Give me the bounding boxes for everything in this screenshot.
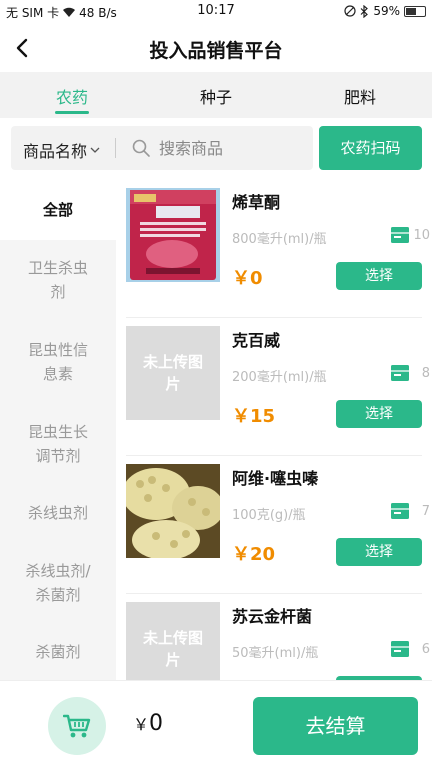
- product-item[interactable]: 未上传图片 克百威 200毫升(ml)/瓶 8 ￥15 选择: [116, 318, 432, 456]
- battery-percent: 59%: [373, 4, 400, 18]
- tab-pesticide[interactable]: 农药: [0, 72, 144, 118]
- divider: [115, 138, 116, 158]
- search-input[interactable]: [159, 134, 309, 162]
- product-name: 苏云金杆菌: [232, 607, 313, 626]
- bluetooth-icon: [360, 4, 369, 18]
- cart-icon: [63, 714, 91, 738]
- select-button[interactable]: 选择: [336, 400, 422, 428]
- seeds-photo-image: [126, 464, 220, 558]
- status-bar: 无 SIM 卡 48 B/s 10:17 59%: [0, 0, 432, 24]
- pesticide-bag-image: [126, 188, 220, 282]
- stock-count: 7: [421, 504, 430, 519]
- select-button[interactable]: 选择: [336, 262, 422, 290]
- stock-count: 8: [421, 366, 430, 381]
- sidebar: 全部 卫生杀虫剂 昆虫性信息素 昆虫生长调节剂 杀线虫剂 杀线虫剂/杀菌剂 杀菌…: [0, 180, 116, 680]
- sidebar-item-all[interactable]: 全部: [0, 180, 116, 240]
- sidebar-item-hygiene-insecticide[interactable]: 卫生杀虫剂: [0, 256, 116, 304]
- tab-seeds[interactable]: 种子: [144, 72, 288, 118]
- select-button[interactable]: 选择: [336, 538, 422, 566]
- search-row: 商品名称 农药扫码: [0, 118, 432, 180]
- product-spec: 100克(g)/瓶: [232, 508, 306, 523]
- box-icon: [391, 503, 409, 519]
- status-right: 59%: [344, 4, 426, 18]
- scan-button[interactable]: 农药扫码: [319, 126, 422, 170]
- product-spec: 200毫升(ml)/瓶: [232, 370, 327, 385]
- search-box: 商品名称: [11, 126, 313, 170]
- product-name: 阿维·噻虫嗪: [232, 469, 319, 488]
- product-name: 烯草酮: [232, 193, 281, 212]
- box-icon: [391, 227, 409, 243]
- do-not-disturb-icon: [344, 5, 356, 17]
- no-image-text: 未上传图片: [142, 629, 203, 669]
- cart-button[interactable]: [48, 697, 106, 755]
- product-price: ￥20: [232, 544, 276, 565]
- product-spec: 800毫升(ml)/瓶: [232, 232, 327, 247]
- category-tabs: 农药 种子 肥料: [0, 72, 432, 118]
- stock-count: 6: [421, 642, 430, 657]
- sidebar-item-nematicide-fungicide[interactable]: 杀线虫剂/杀菌剂: [0, 559, 116, 607]
- product-image: [126, 188, 220, 282]
- product-item[interactable]: 阿维·噻虫嗪 100克(g)/瓶 7 ￥20 选择: [116, 456, 432, 594]
- search-icon: [132, 139, 150, 157]
- battery-icon: [404, 5, 426, 17]
- bottom-bar: ￥0 去结算: [0, 680, 432, 768]
- product-spec: 50毫升(ml)/瓶: [232, 646, 319, 661]
- battery-fill: [406, 7, 416, 15]
- sidebar-item-fungicide[interactable]: 杀菌剂: [0, 640, 116, 664]
- product-item[interactable]: 烯草酮 800毫升(ml)/瓶 10 ￥0 选择: [116, 180, 432, 318]
- currency-symbol: ￥: [133, 715, 150, 734]
- product-name: 克百威: [232, 331, 281, 350]
- no-image-text: 未上传图片: [142, 353, 203, 393]
- product-image-placeholder: 未上传图片: [126, 326, 220, 420]
- product-price: ￥0: [232, 268, 263, 289]
- cart-total: ￥0: [133, 711, 163, 736]
- product-item[interactable]: 未上传图片 苏云金杆菌 50毫升(ml)/瓶 6 选择: [116, 594, 432, 680]
- product-price: ￥15: [232, 406, 276, 427]
- sidebar-item-nematicide[interactable]: 杀线虫剂: [0, 501, 116, 525]
- box-icon: [391, 365, 409, 381]
- product-list: 烯草酮 800毫升(ml)/瓶 10 ￥0 选择 未上传图片 克百威 200毫升…: [116, 180, 432, 680]
- box-icon: [391, 641, 409, 657]
- total-amount: 0: [149, 711, 164, 736]
- stock-count: 10: [413, 228, 430, 243]
- filter-label: 商品名称: [23, 142, 88, 161]
- sidebar-item-pheromone[interactable]: 昆虫性信息素: [0, 338, 116, 386]
- product-image-placeholder: 未上传图片: [126, 602, 220, 680]
- checkout-button[interactable]: 去结算: [253, 697, 418, 755]
- chevron-down-icon: [90, 147, 100, 153]
- tab-fertilizer[interactable]: 肥料: [288, 72, 432, 118]
- page-title: 投入品销售平台: [149, 40, 283, 62]
- product-image: [126, 464, 220, 558]
- filter-select[interactable]: 商品名称: [23, 138, 101, 162]
- sidebar-item-growth-regulator[interactable]: 昆虫生长调节剂: [0, 420, 116, 468]
- nav-bar: 投入品销售平台: [0, 24, 432, 72]
